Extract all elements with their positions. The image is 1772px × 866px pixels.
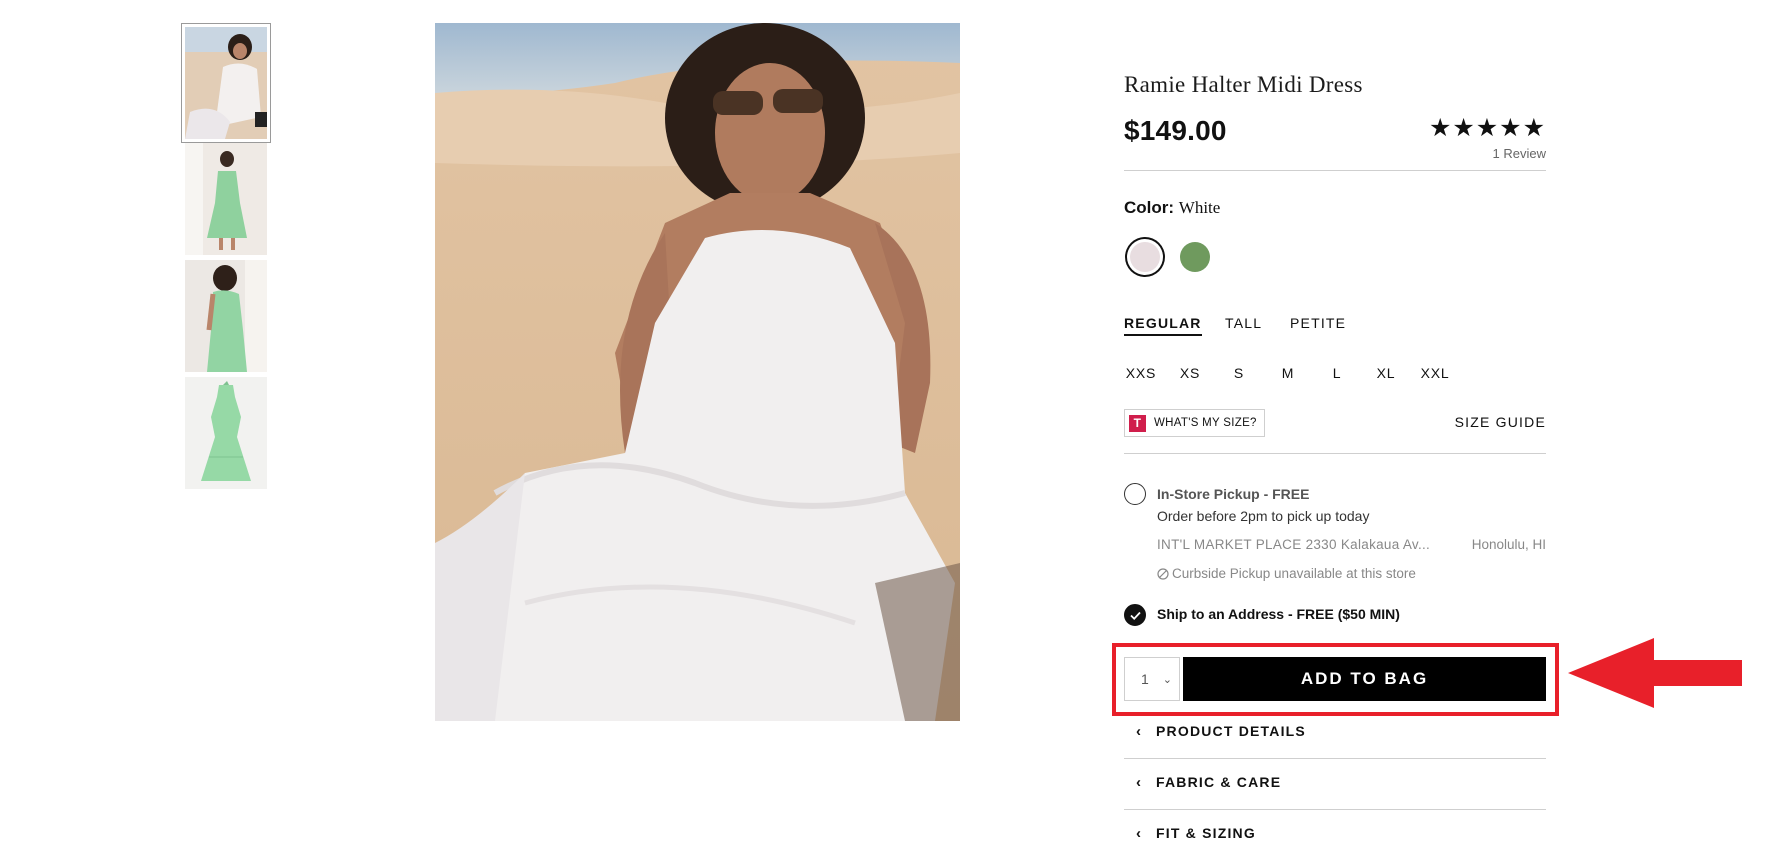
thumbnail-2[interactable] [185,143,267,255]
whats-my-size-button[interactable]: T WHAT'S MY SIZE? [1124,409,1265,437]
thumbnail-4[interactable] [185,377,267,489]
size-option-xl[interactable]: XL [1366,365,1406,381]
size-option-l[interactable]: L [1317,365,1357,381]
accordion-label: PRODUCT DETAILS [1156,723,1306,739]
fit-tab-regular[interactable]: REGULAR [1124,315,1202,336]
ship-radio[interactable] [1124,604,1146,626]
product-title: Ramie Halter Midi Dress [1124,72,1363,97]
size-option-xxl[interactable]: XXL [1415,365,1455,381]
whats-my-size-label: WHAT'S MY SIZE? [1154,417,1257,429]
thumbnail-1[interactable] [181,23,271,143]
ship-label: Ship to an Address - FREE ($50 MIN) [1157,606,1400,622]
true-fit-logo-icon: T [1129,414,1146,432]
pickup-store-city: Honolulu, HI [1471,537,1546,552]
review-count-link[interactable]: 1 Review [1493,146,1546,161]
divider [1124,453,1546,454]
fit-tab-tall[interactable]: TALL [1225,315,1262,331]
size-option-xxs[interactable]: XXS [1121,365,1161,381]
divider [1124,170,1546,171]
size-option-xs[interactable]: XS [1170,365,1210,381]
pickup-radio[interactable] [1124,483,1146,505]
accordion-product-details[interactable]: ‹ PRODUCT DETAILS [1124,711,1546,751]
fit-tab-petite[interactable]: PETITE [1290,315,1346,331]
product-info-panel: Ramie Halter Midi Dress $149.00 ★★★★★ 1 … [1124,0,1546,866]
size-guide-link[interactable]: SIZE GUIDE [1455,414,1546,430]
product-main-image [435,23,960,721]
pickup-store-name[interactable]: INT'L MARKET PLACE 2330 Kalakaua Av... [1157,537,1457,552]
thumbnail-3[interactable] [185,260,267,372]
color-label: Color: [1124,198,1175,217]
accordion-label: FIT & SIZING [1156,825,1256,841]
chevron-left-icon: ‹ [1136,824,1143,842]
curbside-label: Curbside Pickup unavailable at this stor… [1172,566,1416,581]
chevron-left-icon: ‹ [1136,773,1143,791]
accordion-label: FABRIC & CARE [1156,774,1282,790]
annotation-arrow-icon [1568,638,1742,708]
color-label-row: Color: White [1124,198,1220,218]
size-option-s[interactable]: S [1219,365,1259,381]
color-swatch-green[interactable] [1180,242,1210,272]
unavailable-icon [1157,567,1169,580]
divider [1124,758,1546,759]
color-swatch-white[interactable] [1130,242,1160,272]
accordion-fit-sizing[interactable]: ‹ FIT & SIZING [1124,813,1546,853]
checkmark-icon [1129,611,1141,620]
pickup-title: In-Store Pickup - FREE [1157,486,1310,502]
accordion-fabric-care[interactable]: ‹ FABRIC & CARE [1124,762,1546,802]
curbside-note: Curbside Pickup unavailable at this stor… [1157,566,1416,581]
chevron-left-icon: ‹ [1136,722,1143,740]
highlight-box [1112,643,1559,716]
pickup-subtitle: Order before 2pm to pick up today [1157,508,1370,524]
color-value: White [1178,198,1221,217]
rating-stars[interactable]: ★★★★★ [1429,113,1546,143]
size-option-m[interactable]: M [1268,365,1308,381]
divider [1124,809,1546,810]
product-price: $149.00 [1124,115,1227,146]
